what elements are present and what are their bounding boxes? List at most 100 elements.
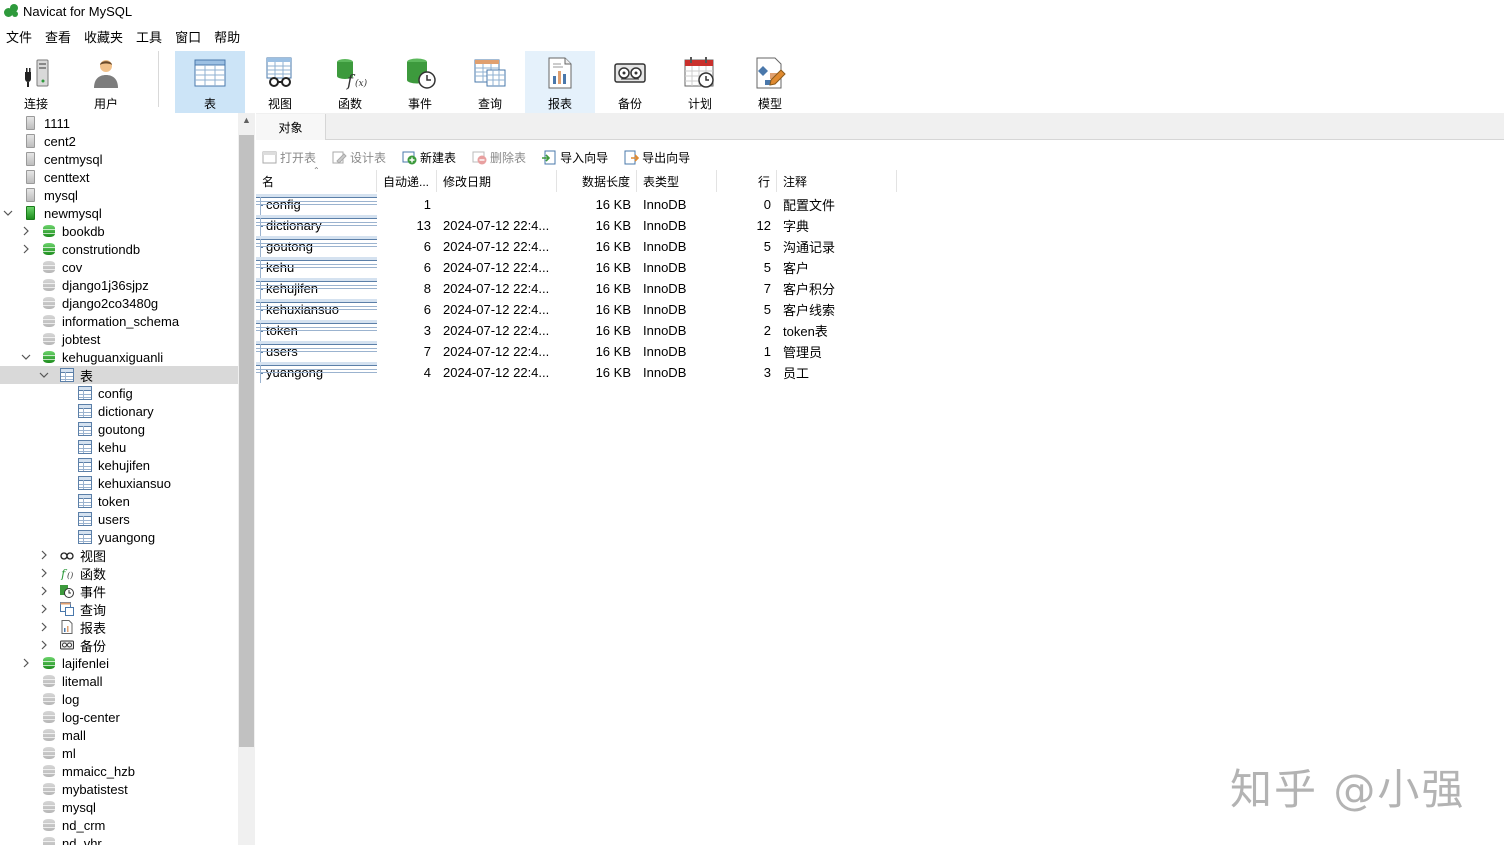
open-table-button[interactable]: 打开表: [256, 149, 316, 166]
toolbar-function-button[interactable]: f (x) 函数: [315, 51, 385, 113]
tree-item[interactable]: mall: [0, 726, 238, 744]
column-header[interactable]: 自动递...: [377, 170, 437, 192]
tree-item[interactable]: construtiondb: [0, 240, 238, 258]
chevron-right-icon[interactable]: [20, 222, 32, 240]
toolbar-model-button[interactable]: 模型: [735, 51, 805, 113]
toolbar-user-button[interactable]: 用户: [71, 51, 141, 113]
menu-item[interactable]: 窗口: [162, 27, 201, 46]
tree-item[interactable]: newmysql: [0, 204, 238, 222]
table-row[interactable]: token 3 2024-07-12 22:4... 16 KB InnoDB 2 toke…: [256, 320, 916, 341]
tree-item[interactable]: lajifenlei: [0, 654, 238, 672]
table-row[interactable]: config 1 16 KB InnoDB 0 配置文件: [256, 194, 916, 215]
tree-item[interactable]: nd_crm: [0, 816, 238, 834]
tree-item[interactable]: goutong: [0, 420, 238, 438]
tree-item[interactable]: cent2: [0, 132, 238, 150]
tree-item[interactable]: yuangong: [0, 528, 238, 546]
menu-item[interactable]: 工具: [123, 27, 162, 46]
tree-item[interactable]: 表: [0, 366, 238, 384]
tree-item[interactable]: centtext: [0, 168, 238, 186]
tree-item[interactable]: ml: [0, 744, 238, 762]
tree-item[interactable]: nd_vhr: [0, 834, 238, 845]
tree-item[interactable]: jobtest: [0, 330, 238, 348]
tree-item[interactable]: kehuguanxiguanli: [0, 348, 238, 366]
tree-item[interactable]: 查询: [0, 600, 238, 618]
tree-item[interactable]: mysql: [0, 798, 238, 816]
tree-item[interactable]: 报表: [0, 618, 238, 636]
tree-scrollbar[interactable]: ▲: [238, 113, 255, 845]
tree-item[interactable]: f() 函数: [0, 564, 238, 582]
toolbar-table-button[interactable]: 表: [175, 51, 245, 113]
table-row[interactable]: users 7 2024-07-12 22:4... 16 KB InnoDB 1 管理员: [256, 341, 916, 362]
chevron-right-icon[interactable]: [38, 600, 50, 618]
table-row[interactable]: kehuxiansuo 6 2024-07-12 22:4... 16 KB InnoD…: [256, 299, 916, 320]
toolbar-event-button[interactable]: 事件: [385, 51, 455, 113]
tree-item[interactable]: dictionary: [0, 402, 238, 420]
column-header[interactable]: 数据长度: [557, 170, 637, 192]
tree-item[interactable]: 1111: [0, 114, 238, 132]
menu-item[interactable]: 收藏夹: [71, 27, 123, 46]
database-icon: [42, 710, 56, 724]
table-row[interactable]: kehujifen 8 2024-07-12 22:4... 16 KB InnoDB 7…: [256, 278, 916, 299]
menu-item[interactable]: 文件: [0, 27, 32, 46]
toolbar-connect-button[interactable]: 连接: [1, 51, 71, 113]
tree-item[interactable]: mmaicc_hzb: [0, 762, 238, 780]
chevron-down-icon[interactable]: [38, 366, 50, 384]
tree-item[interactable]: kehu: [0, 438, 238, 456]
tree-item[interactable]: mysql: [0, 186, 238, 204]
table-row[interactable]: kehu 6 2024-07-12 22:4... 16 KB InnoDB 5 客户: [256, 257, 916, 278]
tree-item[interactable]: bookdb: [0, 222, 238, 240]
tree-item[interactable]: cov: [0, 258, 238, 276]
table-row[interactable]: goutong 6 2024-07-12 22:4... 16 KB InnoDB 5 沟通…: [256, 236, 916, 257]
toolbar-backup-button[interactable]: 备份: [595, 51, 665, 113]
table-row[interactable]: yuangong 4 2024-07-12 22:4... 16 KB InnoDB 3 员…: [256, 362, 916, 383]
tree-item[interactable]: config: [0, 384, 238, 402]
tree-item[interactable]: 事件: [0, 582, 238, 600]
chevron-right-icon[interactable]: [38, 618, 50, 636]
menu-item[interactable]: 帮助: [201, 27, 240, 46]
tree-item[interactable]: mybatistest: [0, 780, 238, 798]
delete-table-button[interactable]: 删除表: [466, 149, 526, 166]
toolbar-schedule-button[interactable]: 计划: [665, 51, 735, 113]
chevron-right-icon[interactable]: [38, 546, 50, 564]
chevron-right-icon[interactable]: [20, 240, 32, 258]
table-row[interactable]: dictionary 13 2024-07-12 22:4... 16 KB InnoD…: [256, 215, 916, 236]
chevron-down-icon[interactable]: [20, 348, 32, 366]
tree-item[interactable]: kehuxiansuo: [0, 474, 238, 492]
tree-item[interactable]: kehujifen: [0, 456, 238, 474]
export-table-button[interactable]: 导出向导: [618, 149, 690, 166]
tree-item[interactable]: centmysql: [0, 150, 238, 168]
tree-item[interactable]: 视图: [0, 546, 238, 564]
import-table-button[interactable]: 导入向导: [536, 149, 608, 166]
menu-item[interactable]: 查看: [32, 27, 71, 46]
design-table-button[interactable]: 设计表: [326, 149, 386, 166]
tree-item[interactable]: django1j36sjpz: [0, 276, 238, 294]
column-header[interactable]: 行: [717, 170, 777, 192]
scroll-up-icon[interactable]: ▲: [238, 115, 255, 125]
tree-item[interactable]: log-center: [0, 708, 238, 726]
tree-item[interactable]: django2co3480g: [0, 294, 238, 312]
connection-tree[interactable]: 1111 cent2 centmysql centtext mysql newmysql b…: [0, 113, 238, 845]
tree-item[interactable]: 备份: [0, 636, 238, 654]
chevron-right-icon[interactable]: [38, 636, 50, 654]
chevron-right-icon[interactable]: [20, 654, 32, 672]
toolbar-report-button[interactable]: 报表: [525, 51, 595, 113]
column-header[interactable]: 注释: [777, 170, 897, 192]
tree-item[interactable]: users: [0, 510, 238, 528]
new-table-button[interactable]: 新建表: [396, 149, 456, 166]
chevron-right-icon[interactable]: [38, 582, 50, 600]
button-label: 打开表: [280, 150, 317, 165]
toolbar-query-button[interactable]: 查询: [455, 51, 525, 113]
column-header[interactable]: 表类型: [637, 170, 717, 192]
tree-item[interactable]: token: [0, 492, 238, 510]
tab-objects[interactable]: 对象: [256, 114, 326, 140]
chevron-down-icon[interactable]: [2, 204, 14, 222]
scroll-thumb[interactable]: [239, 135, 254, 747]
chevron-right-icon[interactable]: [38, 564, 50, 582]
tree-item[interactable]: information_schema: [0, 312, 238, 330]
column-header[interactable]: 修改日期: [437, 170, 557, 192]
tree-item[interactable]: log: [0, 690, 238, 708]
toolbar-view-button[interactable]: 视图: [245, 51, 315, 113]
tree-item[interactable]: litemall: [0, 672, 238, 690]
